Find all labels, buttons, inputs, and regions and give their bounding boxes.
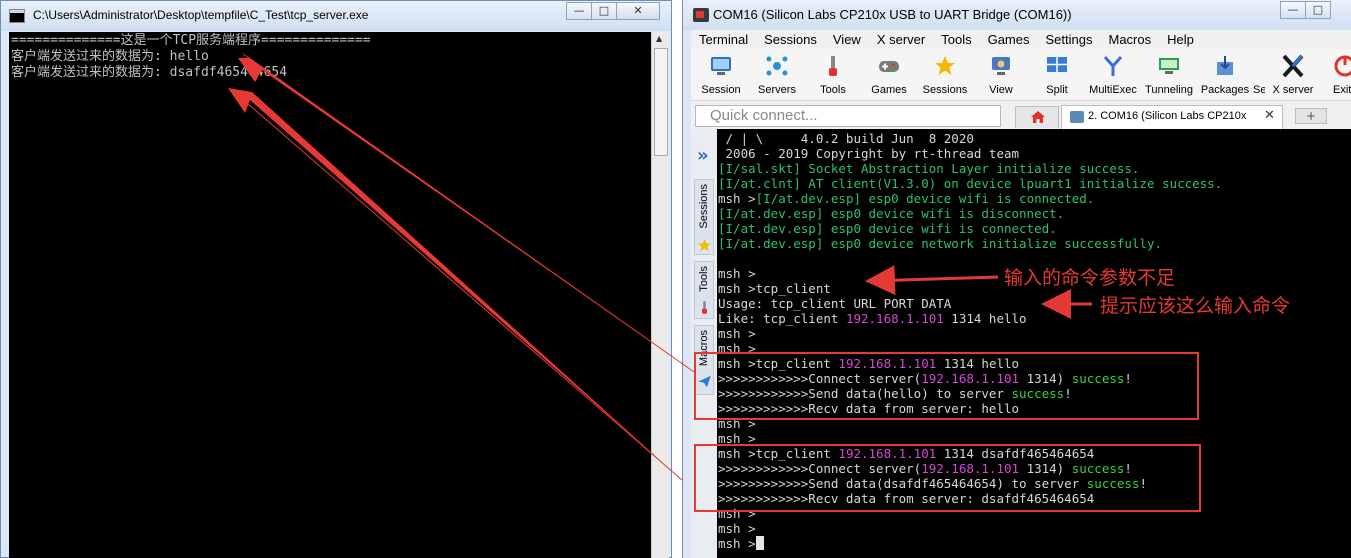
exit-icon <box>1334 55 1351 77</box>
console-scrollbar[interactable]: ▲ <box>651 32 669 558</box>
console-output[interactable]: ==============这是一个TCP服务端程序==============… <box>9 32 651 558</box>
session-icon <box>711 57 731 75</box>
toolbar-tunneling-button[interactable]: Tunneling <box>1141 52 1197 98</box>
console-line: ==============这是一个TCP服务端程序============== <box>11 33 371 48</box>
mobaxterm-app-icon <box>693 8 709 22</box>
menu-view[interactable]: View <box>825 32 869 47</box>
tools-icon <box>702 301 707 314</box>
menu-terminal[interactable]: Terminal <box>691 32 756 47</box>
terminal-line: / | \ 4.0.2 build Jun 8 2020 <box>718 131 974 146</box>
toolbar-exit-button[interactable]: Exit <box>1321 52 1351 98</box>
toolbar-settings-button[interactable]: Settings <box>1253 52 1265 98</box>
console-title-bar[interactable]: C:\Users\Administrator\Desktop\tempfile\… <box>1 1 671 31</box>
console-app-icon <box>9 9 25 23</box>
toolbar-split-button[interactable]: Split <box>1029 52 1085 98</box>
home-tab[interactable] <box>1015 106 1059 128</box>
scroll-up-arrow-icon[interactable]: ▲ <box>656 34 662 43</box>
text-cursor <box>755 536 764 550</box>
toolbar-session-button[interactable]: Session <box>693 52 749 98</box>
console-line: 客户端发送过来的数据为: hello <box>11 49 209 64</box>
serial-icon <box>1070 111 1084 123</box>
menu-games[interactable]: Games <box>980 32 1038 47</box>
toolbar-xserver-button[interactable]: X server <box>1265 52 1321 98</box>
terminal-line: msh > <box>718 266 756 281</box>
terminal-line: [I/at.clnt] AT client(V1.3.0) on device … <box>718 176 1223 191</box>
menu-xserver[interactable]: X server <box>869 32 933 47</box>
toolbar-servers-button[interactable]: Servers <box>749 52 805 98</box>
terminal-line: [I/at.dev.esp] esp0 device wifi is disco… <box>718 206 1065 221</box>
console-window-controls: — □ ✕ <box>566 2 660 20</box>
terminal-line: msh > <box>718 536 764 551</box>
mobaxterm-window-controls: — □ <box>1280 1 1331 19</box>
menu-bar: Terminal Sessions View X server Tools Ga… <box>691 30 1351 49</box>
expand-chevron-icon[interactable]: » <box>697 145 709 166</box>
minimize-button[interactable]: — <box>566 2 592 20</box>
terminal-line: msh >tcp_client <box>718 281 831 296</box>
terminal-line: msh > <box>718 326 756 341</box>
toolbar-multiexec-button[interactable]: MultiExec <box>1085 52 1141 98</box>
xserver-icon <box>1282 54 1304 78</box>
session-tab-label: 2. COM16 (Silicon Labs CP210x USB to UAR… <box>1088 110 1248 122</box>
toolbar: Session Servers Tools Games Sessions Vie… <box>691 49 1351 101</box>
terminal-line: 2006 - 2019 Copyright by rt-thread team <box>718 146 1020 161</box>
side-tab-tools[interactable]: Tools <box>694 261 714 319</box>
new-tab-button[interactable]: + <box>1295 108 1327 124</box>
menu-settings[interactable]: Settings <box>1038 32 1101 47</box>
quick-connect-bar: Quick connect... 2. COM16 (Silicon Labs … <box>691 101 1351 129</box>
scrollbar-thumb[interactable] <box>654 48 668 156</box>
toolbar-packages-button[interactable]: Packages <box>1197 52 1253 98</box>
highlight-box-hello <box>694 352 1199 420</box>
star-icon <box>935 56 955 75</box>
games-icon <box>879 61 899 72</box>
tools-icon <box>829 56 837 76</box>
terminal-line: msh >[I/at.dev.esp] esp0 device wifi is … <box>718 191 1095 206</box>
side-tab-sessions[interactable]: Sessions <box>694 179 714 255</box>
toolbar-view-button[interactable]: View <box>973 52 1029 98</box>
toolbar-tools-button[interactable]: Tools <box>805 52 861 98</box>
tunneling-icon <box>1159 58 1179 74</box>
session-tab-com16[interactable]: 2. COM16 (Silicon Labs CP210x USB to UAR… <box>1061 105 1283 129</box>
quick-connect-input[interactable]: Quick connect... <box>695 105 1001 127</box>
mobaxterm-window-title: COM16 (Silicon Labs CP210x USB to UART B… <box>713 7 1072 22</box>
split-icon <box>1047 57 1067 72</box>
terminal-line: Usage: tcp_client URL PORT DATA <box>718 296 952 311</box>
console-line: 客户端发送过来的数据为: dsafdf465464654 <box>11 65 288 80</box>
home-icon <box>1031 111 1045 123</box>
maximize-button[interactable]: □ <box>591 2 617 20</box>
console-window-title: C:\Users\Administrator\Desktop\tempfile\… <box>33 8 369 22</box>
terminal-line: Like: tcp_client 192.168.1.101 1314 hell… <box>718 311 1027 326</box>
menu-help[interactable]: Help <box>1159 32 1202 47</box>
annotation-insufficient-args: 输入的命令参数不足 <box>1004 267 1176 289</box>
terminal-line: [I/at.dev.esp] esp0 device network initi… <box>718 236 1163 251</box>
toolbar-games-button[interactable]: Games <box>861 52 917 98</box>
terminal-line: [I/at.dev.esp] esp0 device wifi is conne… <box>718 221 1057 236</box>
toolbar-sessions-button[interactable]: Sessions <box>917 52 973 98</box>
highlight-box-dsafdf <box>694 444 1201 512</box>
star-icon <box>698 239 711 252</box>
terminal-line: msh > <box>718 521 756 536</box>
mobaxterm-title-bar[interactable]: COM16 (Silicon Labs CP210x USB to UART B… <box>683 0 1351 30</box>
menu-sessions[interactable]: Sessions <box>756 32 825 47</box>
terminal-line: [I/sal.skt] Socket Abstraction Layer ini… <box>718 161 1140 176</box>
console-window: C:\Users\Administrator\Desktop\tempfile\… <box>0 0 672 558</box>
packages-icon <box>1217 56 1233 75</box>
close-button[interactable]: ✕ <box>616 2 660 20</box>
maximize-button[interactable]: □ <box>1305 1 1331 19</box>
minimize-button[interactable]: — <box>1280 1 1306 19</box>
multiexec-icon <box>1103 56 1123 76</box>
menu-tools[interactable]: Tools <box>933 32 979 47</box>
menu-macros[interactable]: Macros <box>1100 32 1159 47</box>
close-icon[interactable]: ✕ <box>1264 108 1275 123</box>
annotation-hint-usage: 提示应该这么输入命令 <box>1100 295 1291 317</box>
servers-icon <box>766 56 788 76</box>
view-icon <box>992 57 1010 75</box>
